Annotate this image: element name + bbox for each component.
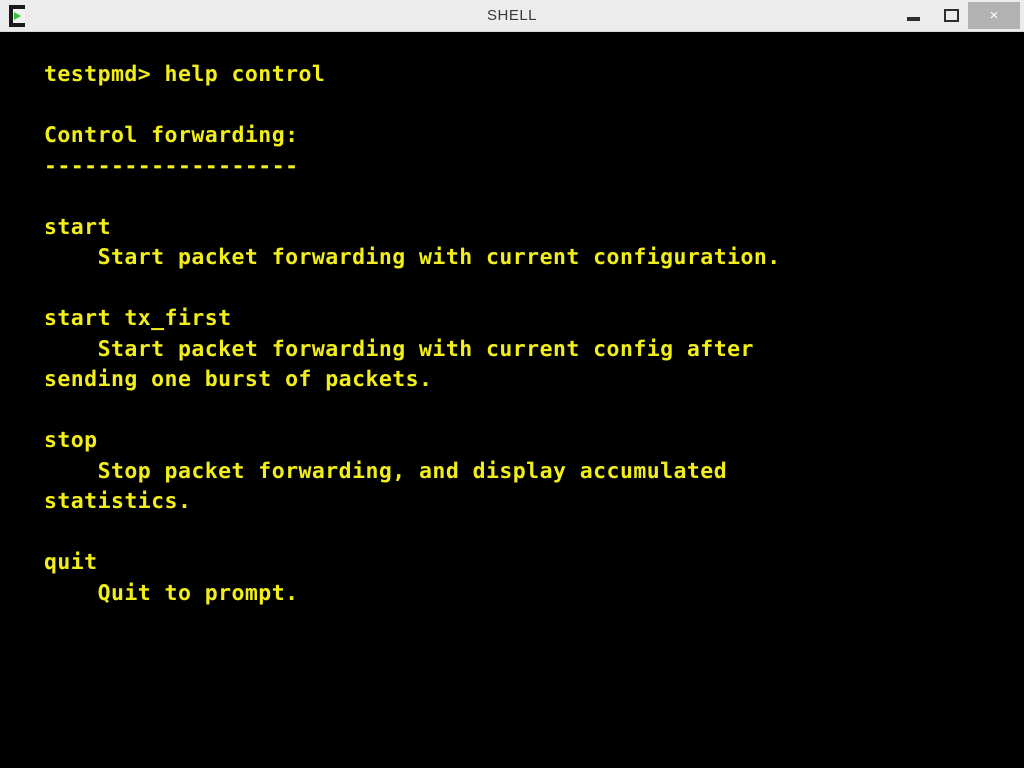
terminal-line: start bbox=[44, 214, 111, 240]
window-title: SHELL bbox=[486, 7, 538, 24]
terminal-output: testpmd> help control Control forwarding… bbox=[44, 60, 1024, 768]
terminal-line: Control forwarding: bbox=[44, 123, 299, 148]
shell-window: SHELL × testpmd> help control Control fo… bbox=[0, 0, 1024, 768]
close-icon: × bbox=[989, 7, 999, 24]
terminal-icon bbox=[4, 2, 32, 30]
terminal-line: sending one burst of packets. bbox=[44, 367, 433, 392]
terminal-line: quit bbox=[44, 550, 98, 575]
terminal-line: Stop packet forwarding, and display accu… bbox=[44, 458, 728, 484]
terminal-line: stop bbox=[44, 428, 98, 453]
maximize-icon bbox=[943, 8, 959, 22]
terminal-line: Start packet forwarding with current con… bbox=[44, 336, 754, 362]
terminal-line: Start packet forwarding with current con… bbox=[44, 245, 781, 270]
terminal-line: ------------------- bbox=[44, 153, 299, 179]
terminal-panel[interactable]: testpmd> help control Control forwarding… bbox=[0, 32, 1024, 768]
terminal-line: testpmd> help control bbox=[44, 62, 326, 87]
window-titlebar[interactable]: SHELL × bbox=[0, 0, 1024, 32]
window-controls: × bbox=[898, 0, 1024, 32]
terminal-line: statistics. bbox=[44, 489, 192, 514]
maximize-button[interactable] bbox=[936, 0, 966, 30]
terminal-line: Quit to prompt. bbox=[44, 580, 299, 606]
close-button[interactable]: × bbox=[968, 2, 1020, 29]
minimize-button[interactable] bbox=[898, 0, 928, 30]
minimize-icon bbox=[906, 16, 920, 21]
terminal-line: start tx_first bbox=[44, 306, 232, 331]
